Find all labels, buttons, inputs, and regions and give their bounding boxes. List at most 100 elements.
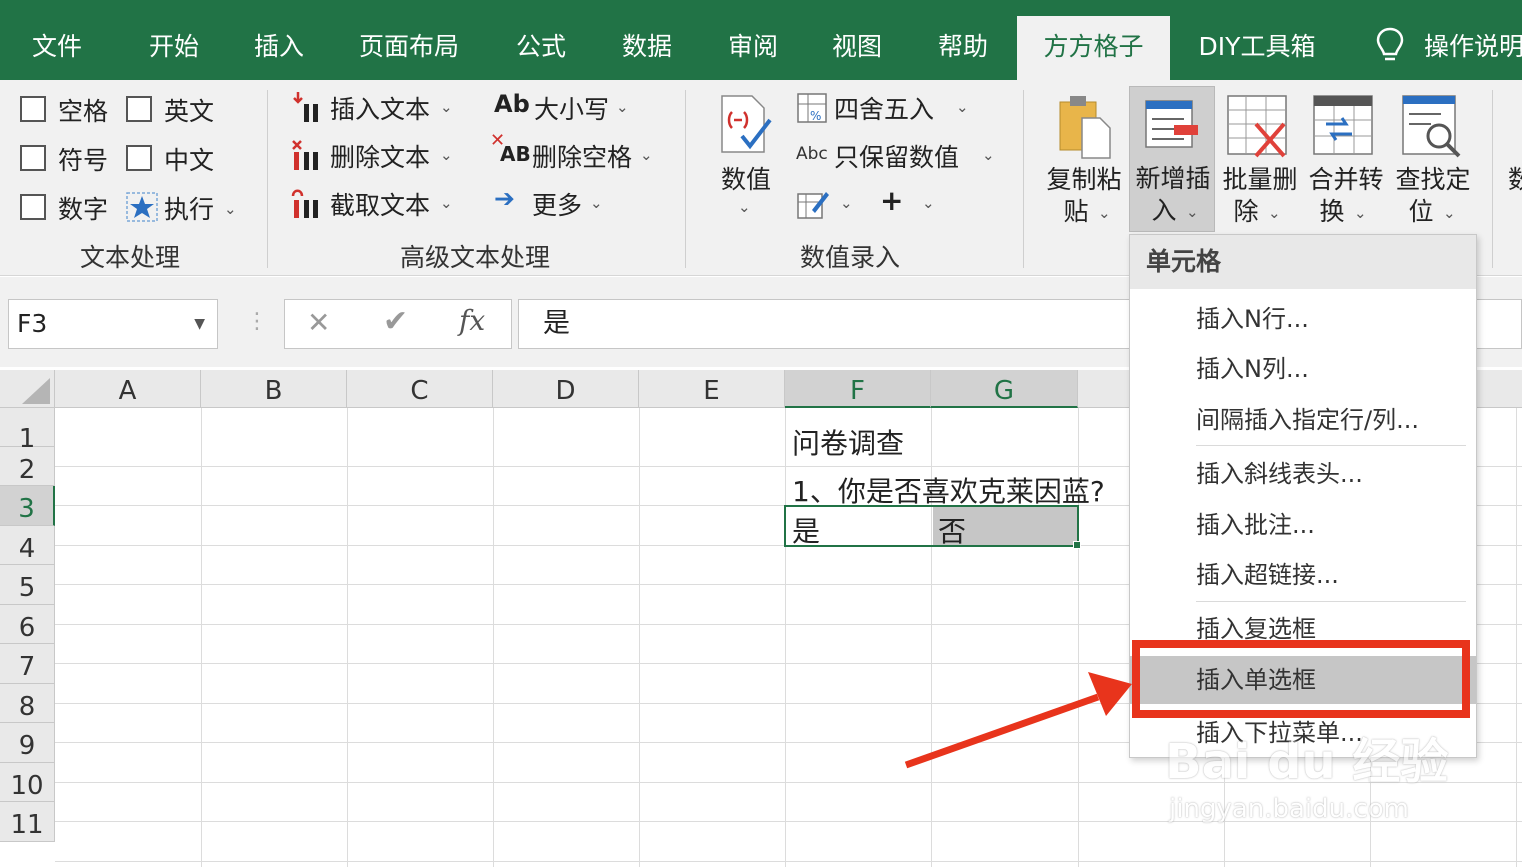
row-header-2[interactable]: 2 — [0, 447, 55, 486]
column-header-g[interactable]: G — [931, 370, 1078, 408]
cell-f1[interactable]: 问卷调查 — [792, 422, 904, 462]
baidu-jingyan-watermark: Bai du 经验 jingyan.baidu.com — [1165, 712, 1448, 842]
row-header-6[interactable]: 6 — [0, 605, 55, 644]
row-header-5[interactable]: 5 — [0, 565, 55, 605]
row-header-1[interactable]: 1 — [0, 408, 55, 454]
tab-tell-me[interactable]: 操作说明 — [1424, 16, 1522, 80]
tab-insert[interactable]: 插入 — [236, 16, 322, 80]
ribbon-separator — [1023, 90, 1024, 268]
plus-button[interactable]: + ⌄ — [876, 184, 940, 226]
checkbox-number[interactable] — [20, 194, 46, 220]
delete-text-button[interactable]: 删除文本 ⌄ — [290, 136, 460, 178]
tab-fangfanggezi[interactable]: 方方格子 — [1017, 16, 1170, 80]
copy-paste-label-1: 复制粘 — [1046, 165, 1122, 194]
numeric-icon — [721, 95, 772, 153]
round-button[interactable]: % 四舍五入 ⌄ — [796, 88, 976, 130]
delete-text-icon — [292, 140, 318, 170]
tab-formulas[interactable]: 公式 — [498, 16, 584, 80]
row-header-7[interactable]: 7 — [0, 644, 55, 684]
cancel-icon[interactable]: ✕ — [307, 306, 330, 339]
cell-f2[interactable]: 1、你是否喜欢克莱因蓝? — [792, 470, 1105, 510]
gridline — [201, 408, 202, 867]
fill-handle[interactable] — [1073, 541, 1081, 549]
cell-g3[interactable]: 否 — [938, 510, 966, 550]
column-header-c[interactable]: C — [347, 370, 493, 408]
merge-convert-button[interactable]: 合并转 换 ⌄ — [1304, 88, 1388, 232]
edit-numeric-button[interactable]: ⌄ — [796, 184, 860, 226]
insert-text-button[interactable]: 插入文本 ⌄ — [290, 88, 460, 130]
arrow-right-icon: ➔ — [494, 184, 515, 213]
tab-data[interactable]: 数据 — [604, 16, 690, 80]
name-box[interactable]: F3 ▼ — [8, 299, 218, 349]
lightbulb-icon[interactable] — [1374, 26, 1406, 66]
find-locate-button[interactable]: 查找定 位 ⌄ — [1391, 88, 1475, 232]
confirm-icon[interactable]: ✔ — [383, 304, 408, 339]
delete-spaces-button[interactable]: ✕ AB 删除空格 ⌄ — [490, 130, 670, 178]
gridline — [493, 408, 494, 867]
column-header-b[interactable]: B — [201, 370, 347, 408]
execute-button[interactable]: 执行 ⌄ — [124, 188, 240, 226]
menu-item-insert-hyperlink[interactable]: 插入超链接... — [1130, 551, 1476, 599]
insert-new-button[interactable]: 新增插 入 ⌄ — [1129, 86, 1215, 232]
menu-separator — [1196, 445, 1466, 446]
more-button[interactable]: ➔ 更多 ⌄ — [494, 184, 614, 226]
checkbox-symbol[interactable] — [20, 145, 46, 171]
tab-review[interactable]: 审阅 — [710, 16, 796, 80]
tab-help[interactable]: 帮助 — [920, 16, 1006, 80]
tab-view[interactable]: 视图 — [814, 16, 900, 80]
menu-item-insert-n-columns[interactable]: 插入N列... — [1130, 345, 1476, 393]
chevron-down-icon: ⌄ — [440, 98, 453, 116]
row-header-3[interactable]: 3 — [0, 486, 55, 526]
tab-diy-toolbox[interactable]: DIY工具箱 — [1190, 16, 1324, 80]
row-header-9[interactable]: 9 — [0, 723, 55, 763]
row-header-8[interactable]: 8 — [0, 684, 55, 723]
find-locate-label-1: 查找定 — [1395, 165, 1471, 194]
menu-item-insert-n-rows[interactable]: 插入N行... — [1130, 295, 1476, 343]
menu-item-insert-diagonal-header[interactable]: 插入斜线表头... — [1130, 450, 1476, 498]
column-header-d[interactable]: D — [493, 370, 639, 408]
delete-spaces-label: 删除空格 — [532, 143, 633, 172]
drag-handle-icon[interactable]: ⋮ — [246, 309, 268, 334]
chevron-down-icon: ⌄ — [224, 200, 237, 218]
column-header-e[interactable]: E — [639, 370, 785, 408]
row-header-11[interactable]: 11 — [0, 802, 55, 842]
case-button[interactable]: Ab 大小写 ⌄ — [494, 88, 644, 130]
keep-numeric-button[interactable]: Abc 只保留数值 ⌄ — [796, 136, 1002, 178]
numeric-button[interactable]: 数值 ⌄ — [706, 90, 786, 230]
find-locate-icon — [1402, 95, 1461, 158]
tab-home[interactable]: 开始 — [130, 16, 218, 80]
extract-text-label: 截取文本 — [330, 191, 431, 220]
chevron-down-icon: ⌄ — [1268, 204, 1281, 222]
watermark-url: jingyan.baidu.com — [1169, 794, 1409, 824]
tab-file[interactable]: 文件 — [14, 16, 100, 80]
column-header-f[interactable]: F — [785, 370, 931, 408]
copy-paste-button[interactable]: 复制粘 贴 ⌄ — [1042, 88, 1126, 232]
batch-delete-button[interactable]: 批量删 除 ⌄ — [1218, 88, 1302, 232]
cell-f3[interactable]: 是 — [792, 510, 820, 550]
row-header-10[interactable]: 10 — [0, 763, 55, 802]
insert-new-label-1: 新增插 — [1135, 164, 1211, 193]
case-icon: Ab — [494, 90, 530, 118]
name-box-value: F3 — [17, 309, 48, 338]
checkbox-english[interactable] — [126, 96, 152, 122]
menu-item-insert-comment[interactable]: 插入批注... — [1130, 501, 1476, 549]
tab-page-layout[interactable]: 页面布局 — [346, 16, 472, 80]
checkbox-chinese[interactable] — [126, 145, 152, 171]
ribbon-cutoff-label[interactable]: 数 — [1508, 164, 1522, 196]
chevron-down-icon: ⌄ — [840, 194, 853, 212]
row-header-4[interactable]: 4 — [0, 526, 55, 565]
merge-convert-label-1: 合并转 — [1308, 165, 1384, 194]
column-header-a[interactable]: A — [55, 370, 201, 408]
checkbox-symbol-label: 符号 — [58, 146, 109, 175]
menu-item-interval-insert[interactable]: 间隔插入指定行/列... — [1130, 396, 1476, 444]
chevron-down-icon: ⌄ — [738, 198, 751, 216]
chevron-down-icon: ⌄ — [1186, 203, 1199, 221]
insert-function-icon[interactable]: fx — [459, 304, 485, 337]
formula-buttons: ✕ ✔ fx — [284, 299, 512, 349]
extract-text-button[interactable]: 截取文本 ⌄ — [290, 184, 460, 226]
select-all-corner[interactable] — [0, 370, 55, 408]
batch-delete-icon — [1227, 95, 1287, 158]
checkbox-space[interactable] — [20, 96, 46, 122]
chevron-down-icon[interactable]: ▼ — [194, 300, 205, 348]
checkbox-chinese-label: 中文 — [164, 146, 215, 175]
